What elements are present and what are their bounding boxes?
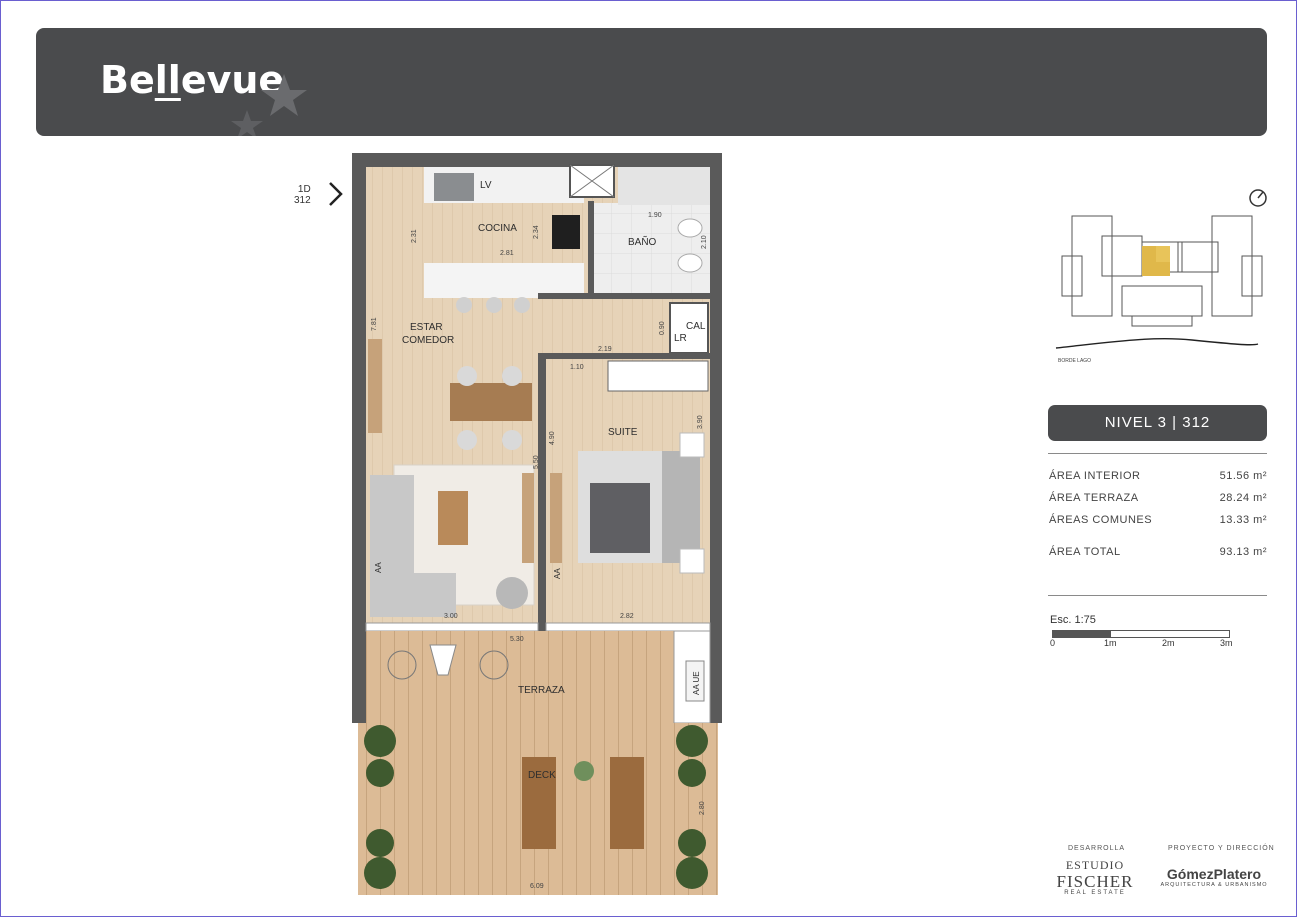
unit-marker: 1D 312 — [294, 184, 311, 206]
stars-icon — [231, 74, 307, 136]
dim-1-90: 1.90 — [648, 212, 662, 219]
dim-2-19: 2.19 — [598, 346, 612, 353]
key-plan-caption: BORDE LAGO — [1058, 358, 1091, 364]
architect-label: PROYECTO Y DIRECCIÓN — [1168, 845, 1275, 852]
dim-5-50: 5.50 — [533, 455, 540, 469]
divider-bottom — [1048, 595, 1267, 596]
dim-2-10: 2.10 — [701, 235, 708, 249]
divider-top — [1048, 453, 1267, 454]
developer-logo: ESTUDIO FISCHER REAL ESTATE — [1056, 858, 1134, 896]
label-aa-2: AA — [553, 568, 562, 579]
room-label-terraza: TERRAZA — [518, 685, 565, 696]
dim-1-10: 1.10 — [570, 364, 584, 371]
key-plan: BORDE LAGO — [1055, 215, 1263, 364]
dim-3-90: 3.90 — [697, 415, 704, 429]
floor-plan: COCINA LV BAÑO CAL LR ESTAR COMEDOR SUIT… — [352, 153, 722, 895]
room-label-lr: LR — [674, 333, 687, 344]
chevron-right-icon — [329, 182, 343, 206]
header-banner: Bellevue — [36, 28, 1267, 136]
dim-2-31: 2.31 — [411, 229, 418, 243]
room-label-deck: DECK — [528, 770, 556, 781]
label-aa-1: AA — [374, 562, 383, 573]
scale-tick-1m: 1m — [1104, 638, 1117, 648]
dim-2-80: 2.80 — [699, 801, 706, 815]
dim-7-81: 7.81 — [371, 317, 378, 331]
label-aa-ue: AA UE — [692, 671, 701, 695]
dim-0-90: 0.90 — [659, 321, 666, 335]
room-label-bano: BAÑO — [628, 235, 657, 248]
scale-label: Esc. 1:75 — [1050, 614, 1096, 626]
dim-4-90: 4.90 — [549, 431, 556, 445]
dim-3-00: 3.00 — [444, 613, 458, 620]
dim-2-81: 2.81 — [500, 250, 514, 257]
area-row-comunes: ÁREAS COMUNES 13.33 m² — [1049, 514, 1267, 526]
room-label-suite: SUITE — [608, 427, 638, 438]
scale-tick-2m: 2m — [1162, 638, 1175, 648]
developer-label: DESARROLLA — [1068, 845, 1126, 852]
dim-2-34: 2.34 — [533, 225, 540, 239]
scale-tick-3m: 3m — [1220, 638, 1233, 648]
scale-bar — [1052, 630, 1230, 638]
level-badge: NIVEL 3 | 312 — [1048, 405, 1267, 441]
room-label-lv: LV — [480, 180, 492, 191]
area-row-terraza: ÁREA TERRAZA 28.24 m² — [1049, 492, 1267, 504]
scale-tick-0: 0 — [1050, 638, 1056, 648]
dim-2-82: 2.82 — [620, 613, 634, 620]
room-label-estar: ESTAR — [410, 322, 443, 333]
room-label-cal: CAL — [686, 321, 706, 332]
dim-6-09: 6.09 — [530, 883, 544, 890]
architect-logo: GómezPlatero ARQUITECTURA & URBANISMO — [1160, 866, 1268, 888]
dim-5-30: 5.30 — [510, 636, 524, 643]
room-label-comedor: COMEDOR — [402, 335, 454, 346]
area-row-interior: ÁREA INTERIOR 51.56 m² — [1049, 470, 1267, 482]
room-label-cocina: COCINA — [478, 223, 517, 234]
area-row-total: ÁREA TOTAL 93.13 m² — [1049, 546, 1267, 558]
